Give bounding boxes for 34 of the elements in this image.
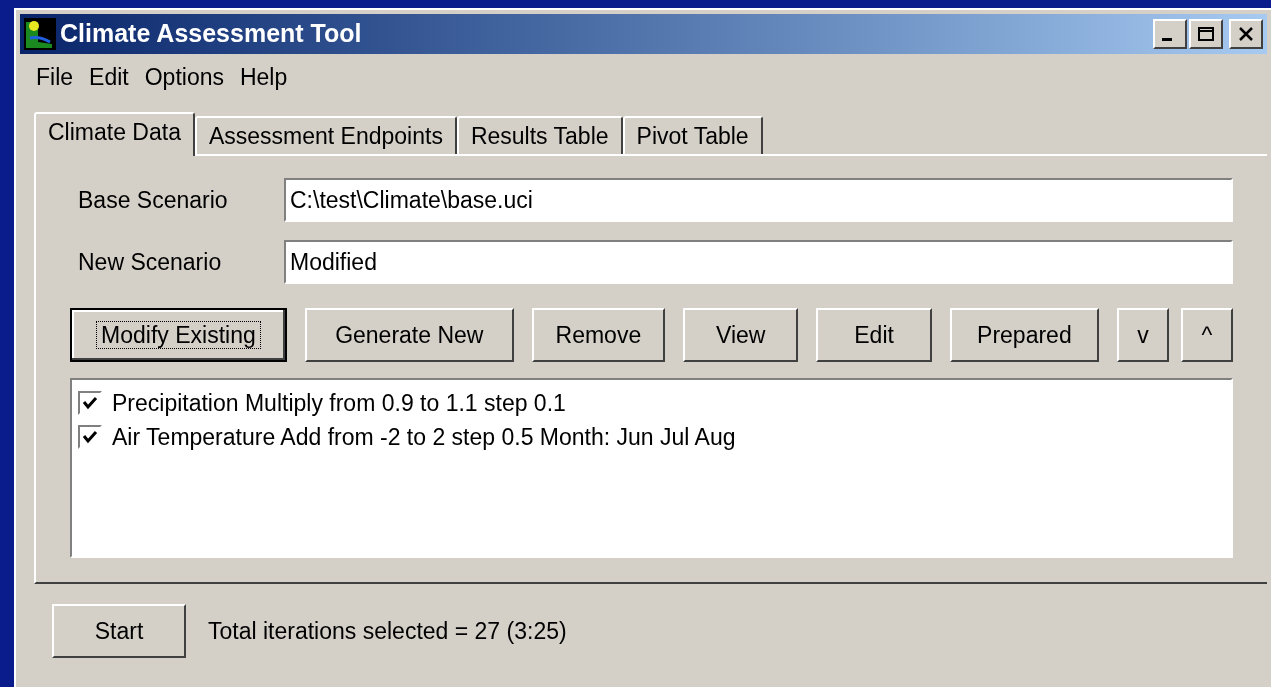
list-item[interactable]: Precipitation Multiply from 0.9 to 1.1 step 0.1 [112, 385, 566, 421]
list-item[interactable]: Air Temperature Add from -2 to 2 step 0.5 Month: Jun Jul Aug [112, 419, 736, 455]
field-label: Base Scenario [77, 185, 229, 215]
checkmark-icon [82, 396, 98, 410]
field-label: New Scenario [77, 247, 223, 277]
action-button[interactable]: Generate New [304, 308, 514, 362]
close-icon [1237, 26, 1255, 42]
minimize-button[interactable] [1153, 19, 1187, 49]
minimize-icon [1162, 37, 1172, 41]
tab[interactable]: Assessment Endpoints [194, 116, 457, 154]
tab[interactable]: Climate Data [34, 112, 195, 156]
maximize-button[interactable] [1189, 19, 1223, 49]
checkmark-icon [82, 430, 98, 444]
menu-item[interactable]: File [30, 59, 80, 95]
app-icon [24, 18, 56, 50]
action-button[interactable]: Modify Existing [70, 308, 287, 362]
menu-item[interactable]: Edit [83, 59, 135, 95]
status-text: Total iterations selected = 27 (3:25) [208, 616, 567, 646]
window-title: Climate Assessment Tool [60, 18, 362, 50]
action-button[interactable]: Prepared [949, 308, 1099, 362]
tab[interactable]: Results Table [456, 116, 623, 154]
move-button[interactable]: v [1117, 308, 1169, 362]
tab[interactable]: Pivot Table [622, 116, 763, 154]
close-button[interactable] [1229, 19, 1263, 49]
start-button[interactable]: Start [52, 604, 186, 658]
move-button[interactable]: ^ [1181, 308, 1233, 362]
text-field[interactable]: C:\test\Climate\base.uci [284, 178, 1233, 222]
menu-item[interactable]: Help [233, 59, 294, 95]
action-button[interactable]: Edit [816, 308, 932, 362]
text-field[interactable]: Modified [284, 240, 1233, 284]
maximize-icon [1197, 26, 1215, 42]
action-button[interactable]: Remove [531, 308, 665, 362]
menu-item[interactable]: Options [138, 59, 230, 95]
action-button[interactable]: View [683, 308, 799, 362]
